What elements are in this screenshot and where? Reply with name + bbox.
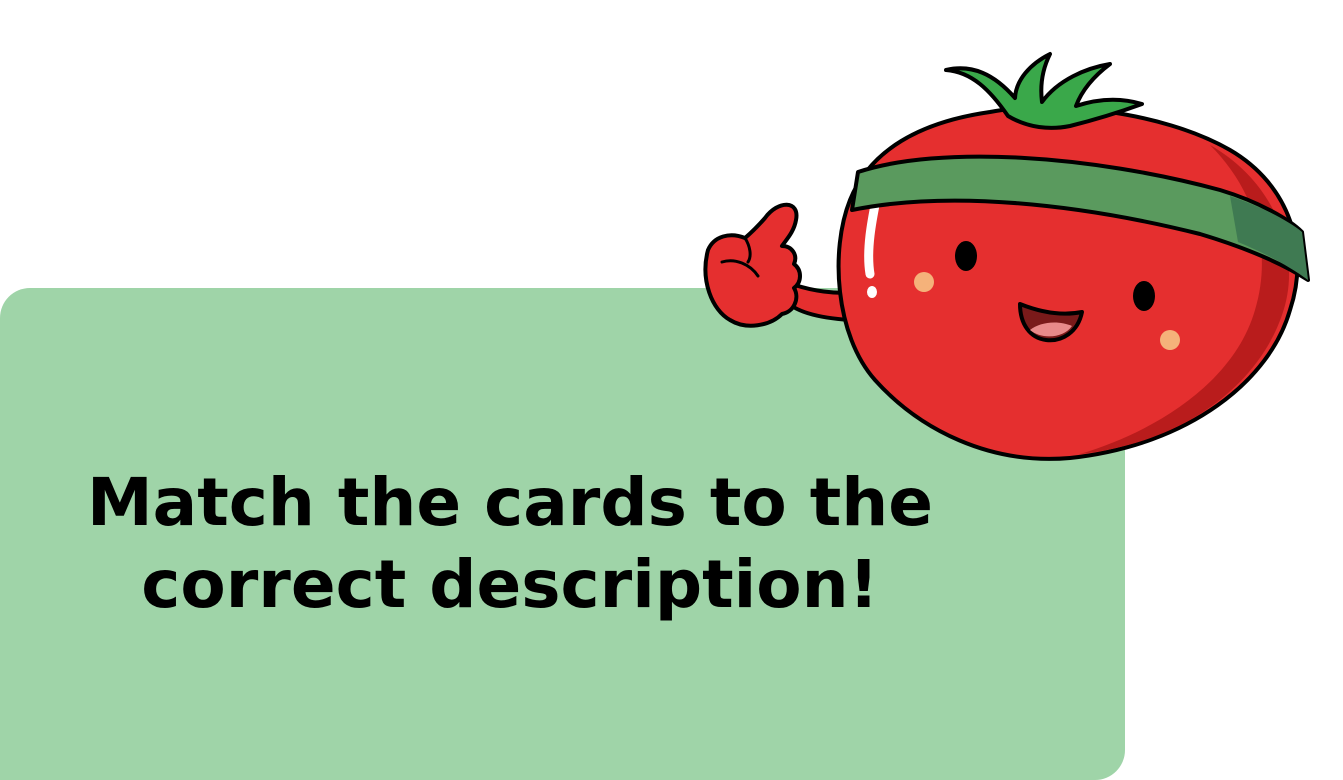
game-screen: Match the cards to the correct descripti… (0, 0, 1343, 780)
tomato-mascot-thumbs-up-icon (703, 52, 1310, 461)
thumbs-up-hand-icon (703, 202, 802, 328)
instruction-text: Match the cards to the correct descripti… (86, 464, 933, 623)
